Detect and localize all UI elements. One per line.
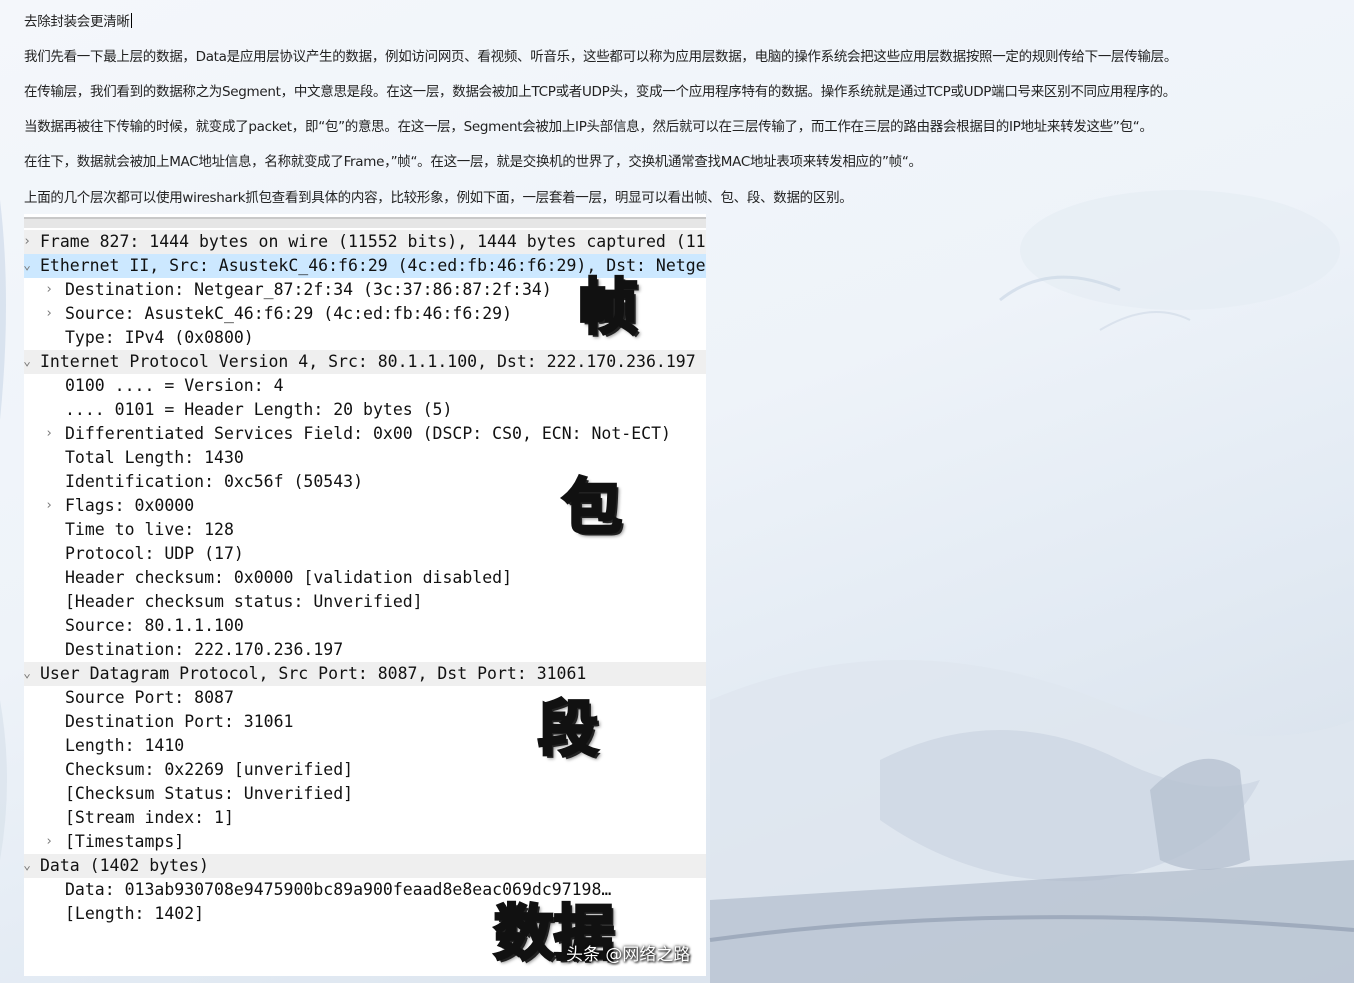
tree-row-text: Total Length: 1430	[65, 448, 244, 467]
collapse-arrow-icon[interactable]: ⌄	[24, 254, 34, 278]
tree-field-row[interactable]: [Checksum Status: Unverified]	[24, 782, 706, 806]
tree-section-row[interactable]: ⌄ Internet Protocol Version 4, Src: 80.1.…	[24, 350, 706, 374]
tree-row-text: [Length: 1402]	[65, 904, 205, 923]
tree-field-row[interactable]: Header checksum: 0x0000 [validation disa…	[24, 566, 706, 590]
tree-row-text: Internet Protocol Version 4, Src: 80.1.1…	[40, 352, 696, 371]
collapse-arrow-icon[interactable]: ⌄	[24, 854, 34, 878]
tree-row-text: Header checksum: 0x0000 [validation disa…	[65, 568, 513, 587]
paragraph-packet: 当数据再被往下传输的时候，就变成了packet，即“包”的意思。在这一层，Seg…	[24, 119, 1153, 135]
tree-row-text: Source Port: 8087	[65, 688, 234, 707]
tree-row-text: Protocol: UDP (17)	[65, 544, 244, 563]
tree-field-row[interactable]: Length: 1410	[24, 734, 706, 758]
panel-header-bar	[24, 214, 706, 228]
tree-row-text: .... 0101 = Header Length: 20 bytes (5)	[65, 400, 453, 419]
tree-field-row[interactable]: Source: 80.1.1.100	[24, 614, 706, 638]
tree-row-text: User Datagram Protocol, Src Port: 8087, …	[40, 664, 587, 683]
tree-row-text: Destination: Netgear_87:2f:34 (3c:37:86:…	[65, 280, 552, 299]
tree-row-text: Source: 80.1.1.100	[65, 616, 244, 635]
paragraph-data: 我们先看一下最上层的数据，Data是应用层协议产生的数据，例如访问网页、看视频、…	[24, 49, 1178, 65]
intro-heading: 去除封装会更清晰	[24, 13, 132, 30]
tree-section-row[interactable]: ⌄ Data (1402 bytes)	[24, 854, 706, 878]
tree-field-row[interactable]: Destination: 222.170.236.197	[24, 638, 706, 662]
tree-row-text: Differentiated Services Field: 0x00 (DSC…	[65, 424, 671, 443]
paragraph-segment: 在传输层，我们看到的数据称之为Segment，中文意思是段。在这一层，数据会被加…	[24, 84, 1176, 100]
paragraph-frame: 在往下，数据就会被加上MAC地址信息，名称就变成了Frame，”帧“。在这一层，…	[24, 154, 922, 170]
expand-arrow-icon[interactable]: ›	[42, 830, 56, 854]
tree-row-text: Data (1402 bytes)	[40, 856, 209, 875]
tree-field-row[interactable]: Destination Port: 31061	[24, 710, 706, 734]
tree-row-text: Checksum: 0x2269 [unverified]	[65, 760, 354, 779]
tree-field-row[interactable]: [Stream index: 1]	[24, 806, 706, 830]
tree-row-text: Identification: 0xc56f (50543)	[65, 472, 364, 491]
expand-arrow-icon[interactable]: ›	[42, 302, 56, 326]
tree-row-text: Time to live: 128	[65, 520, 234, 539]
tree-field-row[interactable]: Checksum: 0x2269 [unverified]	[24, 758, 706, 782]
collapse-arrow-icon[interactable]: ⌄	[24, 350, 34, 374]
tree-row-text: 0100 .... = Version: 4	[65, 376, 284, 395]
tree-row-text: Frame 827: 1444 bytes on wire (11552 bit…	[40, 232, 706, 251]
collapse-arrow-icon[interactable]: ⌄	[24, 662, 34, 686]
label-segment: 段	[537, 695, 600, 765]
tree-section-row[interactable]: › Frame 827: 1444 bytes on wire (11552 bi…	[24, 230, 706, 254]
tree-row-text: [Checksum Status: Unverified]	[65, 784, 354, 803]
tree-row-text: [Header checksum status: Unverified]	[65, 592, 423, 611]
expand-arrow-icon[interactable]: ›	[42, 494, 56, 518]
tree-field-row[interactable]: .... 0101 = Header Length: 20 bytes (5)	[24, 398, 706, 422]
tree-row-text: Length: 1410	[65, 736, 185, 755]
tree-field-row[interactable]: [Header checksum status: Unverified]	[24, 590, 706, 614]
expand-arrow-icon[interactable]: ›	[42, 278, 56, 302]
label-packet: 包	[561, 473, 624, 543]
text-cursor	[130, 13, 132, 28]
tree-row-text: Source: AsustekC_46:f6:29 (4c:ed:fb:46:f…	[65, 304, 513, 323]
expand-arrow-icon[interactable]: ›	[24, 230, 34, 254]
tree-row-text: Flags: 0x0000	[65, 496, 195, 515]
label-frame: 帧	[577, 273, 640, 343]
tree-row-text: Destination Port: 31061	[65, 712, 294, 731]
watermark: 头条 @网络之路	[566, 945, 691, 965]
tree-field-row[interactable]: Source Port: 8087	[24, 686, 706, 710]
paragraph-wireshark: 上面的几个层次都可以使用wireshark抓包查看到具体的内容，比较形象，例如下…	[24, 190, 853, 206]
tree-field-row[interactable]: › [Timestamps]	[24, 830, 706, 854]
tree-row-text: Type: IPv4 (0x0800)	[65, 328, 254, 347]
tree-row-text: Destination: 222.170.236.197	[65, 640, 344, 659]
expand-arrow-icon[interactable]: ›	[42, 422, 56, 446]
tree-field-row[interactable]: Protocol: UDP (17)	[24, 542, 706, 566]
tree-row-text: [Timestamps]	[65, 832, 185, 851]
tree-field-row[interactable]: Total Length: 1430	[24, 446, 706, 470]
tree-row-text: [Stream index: 1]	[65, 808, 234, 827]
tree-field-row[interactable]: › Differentiated Services Field: 0x00 (DS…	[24, 422, 706, 446]
tree-field-row[interactable]: 0100 .... = Version: 4	[24, 374, 706, 398]
tree-section-row[interactable]: ⌄ User Datagram Protocol, Src Port: 8087,…	[24, 662, 706, 686]
